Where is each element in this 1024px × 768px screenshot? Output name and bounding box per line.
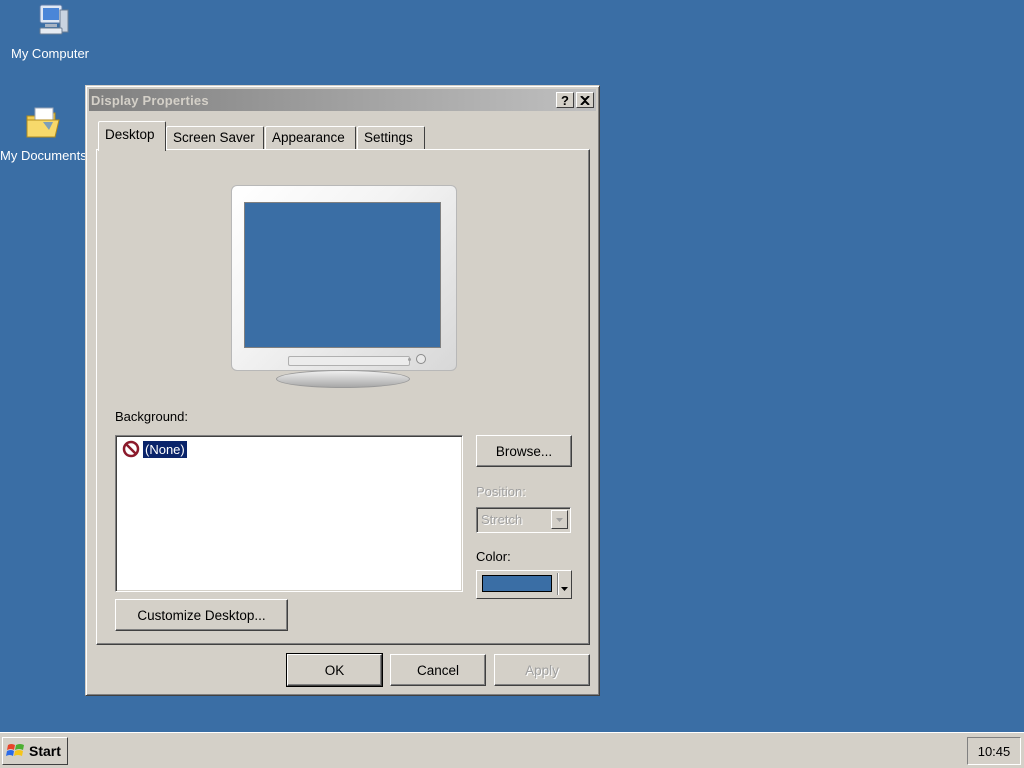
- tab-screen-saver[interactable]: Screen Saver: [166, 126, 264, 149]
- start-label: Start: [29, 743, 61, 759]
- cancel-button[interactable]: Cancel: [390, 654, 486, 686]
- tab-appearance[interactable]: Appearance: [265, 126, 356, 149]
- start-button[interactable]: Start: [2, 737, 68, 765]
- close-icon: [580, 95, 590, 105]
- customize-desktop-button[interactable]: Customize Desktop...: [115, 599, 288, 631]
- monitor-stand: [276, 370, 410, 388]
- monitor-slot: [288, 356, 410, 366]
- computer-icon: [39, 4, 69, 35]
- color-label: Color:: [476, 549, 511, 564]
- list-item-label: (None): [142, 439, 188, 459]
- apply-button[interactable]: Apply: [494, 654, 590, 686]
- system-tray: 10:45: [967, 737, 1021, 765]
- background-label: Background:: [115, 409, 188, 424]
- monitor-power-button: [416, 354, 426, 364]
- ok-button[interactable]: OK: [286, 653, 383, 687]
- background-listbox[interactable]: (None): [115, 435, 463, 592]
- desktop-icon-my-computer[interactable]: My Computer: [0, 2, 100, 61]
- color-swatch: [482, 575, 552, 592]
- tab-settings[interactable]: Settings: [357, 126, 425, 149]
- chevron-down-icon: [561, 579, 568, 594]
- title-bar[interactable]: Display Properties ?: [89, 89, 596, 111]
- desktop-icon-label: My Documents: [0, 148, 86, 163]
- clock[interactable]: 10:45: [978, 744, 1011, 759]
- list-item[interactable]: (None): [122, 439, 188, 459]
- chevron-down-icon: [551, 510, 568, 529]
- window-title: Display Properties: [91, 92, 209, 108]
- tab-desktop[interactable]: Desktop: [98, 121, 166, 151]
- divider: [557, 573, 558, 595]
- monitor-preview-screen: [244, 202, 441, 348]
- monitor-led: [408, 358, 411, 361]
- none-icon: [122, 440, 140, 458]
- position-select[interactable]: Stretch: [476, 507, 571, 533]
- help-button[interactable]: ?: [556, 92, 574, 108]
- browse-button[interactable]: Browse...: [476, 435, 572, 467]
- taskbar: Start 10:45: [0, 732, 1024, 768]
- desktop-icon-my-documents[interactable]: My Documents: [0, 104, 86, 163]
- position-value: Stretch: [481, 512, 523, 527]
- documents-folder-icon: [26, 107, 60, 138]
- position-label: Position:: [476, 484, 526, 499]
- desktop-icon-label: My Computer: [10, 46, 90, 61]
- windows-logo-icon: [6, 744, 24, 756]
- close-button[interactable]: [576, 92, 594, 108]
- color-picker-button[interactable]: [476, 570, 572, 599]
